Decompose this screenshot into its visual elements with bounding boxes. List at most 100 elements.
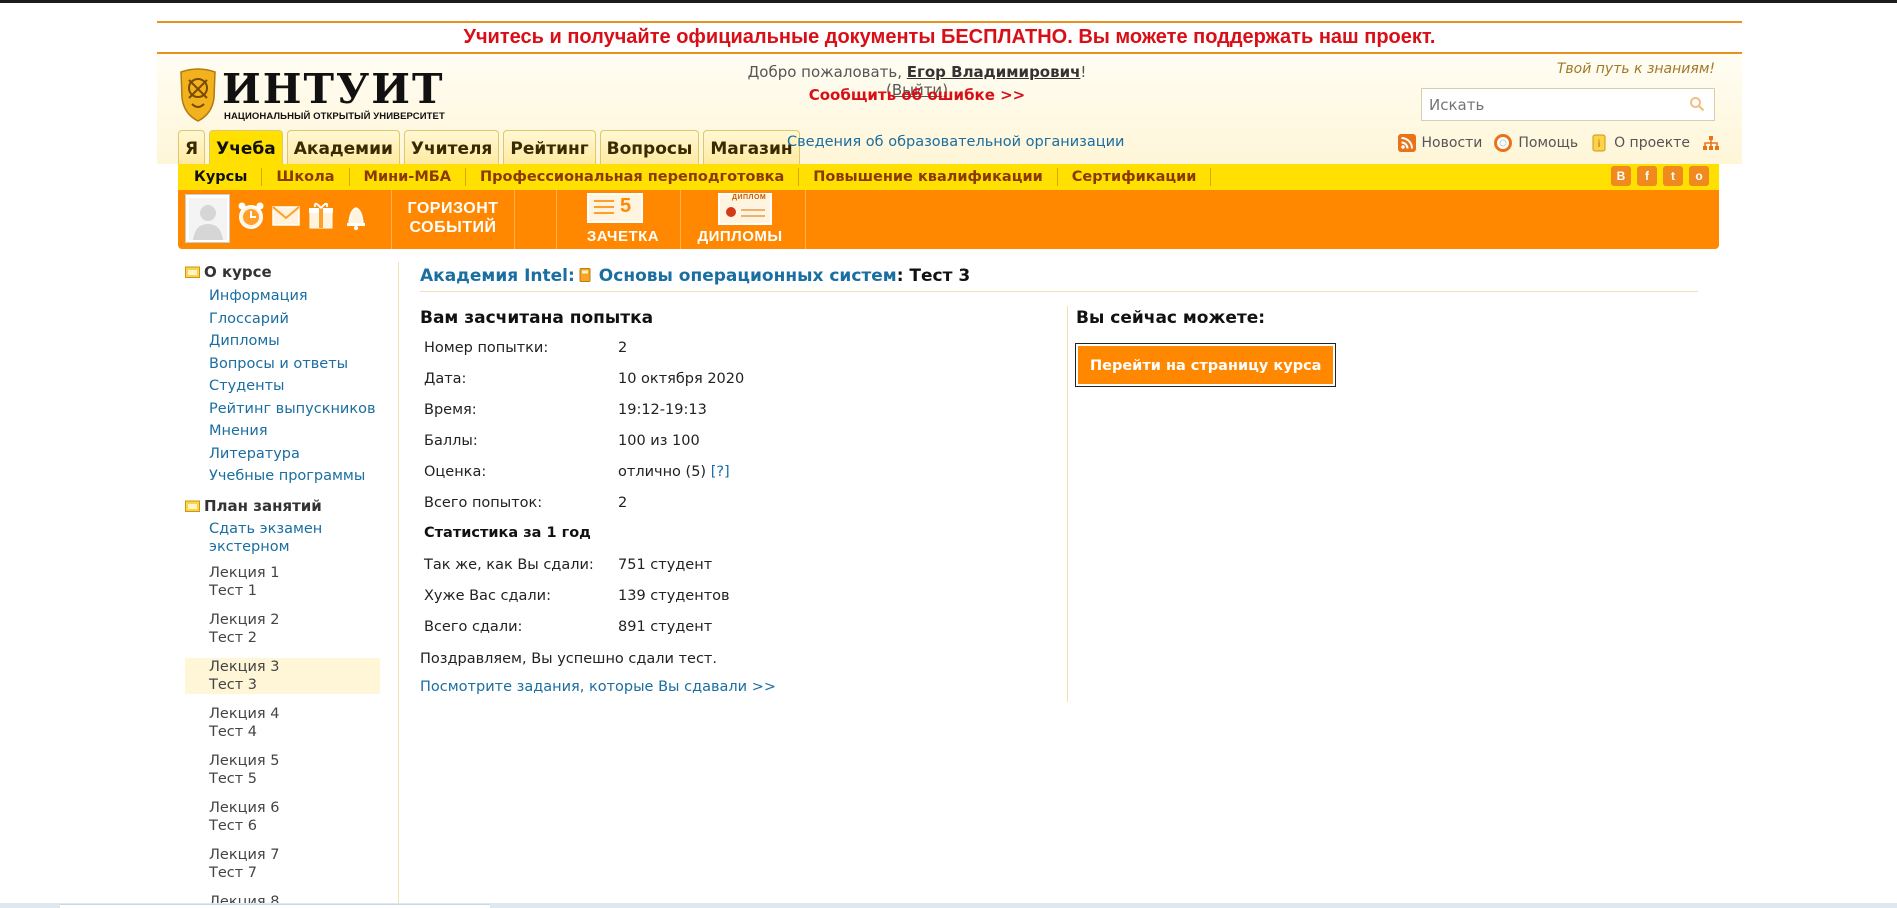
lecture-label[interactable]: Лекция 1: [209, 564, 380, 582]
help-link[interactable]: Помощь: [1494, 134, 1578, 152]
envelope-icon[interactable]: [271, 198, 301, 234]
tab-teachers[interactable]: Учителя: [403, 130, 500, 164]
about-course-heading[interactable]: О курсе: [185, 260, 380, 284]
avatar[interactable]: [185, 194, 230, 243]
lesson-item[interactable]: Лекция 5 Тест 5: [185, 752, 380, 788]
lecture-label[interactable]: Лекция 6: [209, 799, 380, 817]
lesson-item[interactable]: Лекция 1 Тест 1: [185, 564, 380, 600]
events-horizon-button[interactable]: ГОРИЗОНТ СОБЫТИЙ: [391, 190, 515, 249]
news-link[interactable]: Новости: [1397, 134, 1482, 152]
subnav-qualification[interactable]: Повышение квалификации: [799, 168, 1058, 186]
tab-academies[interactable]: Академии: [286, 130, 400, 164]
lesson-item[interactable]: Лекция 2 Тест 2: [185, 611, 380, 647]
folder-icon: [185, 500, 200, 512]
horizontal-scrollbar[interactable]: [60, 904, 490, 908]
detail-value: отлично (5): [618, 463, 707, 480]
gift-icon[interactable]: [306, 198, 336, 234]
vk-share-icon[interactable]: В: [1611, 166, 1631, 186]
site-logo[interactable]: ИНТУИТ НАЦИОНАЛЬНЫЙ ОТКРЫТЫЙ УНИВЕРСИТЕТ: [178, 66, 456, 126]
lesson-item[interactable]: Лекция 7 Тест 7: [185, 846, 380, 882]
grade-hint-link[interactable]: [?]: [711, 464, 730, 480]
horizon-line1: ГОРИЗОНТ: [407, 200, 499, 217]
subnav-mini-mba[interactable]: Мини-МБА: [350, 168, 467, 186]
facebook-share-icon[interactable]: f: [1637, 166, 1657, 186]
sidebar-item-students[interactable]: Студенты: [185, 375, 380, 398]
table-row: Номер попытки: 2: [420, 332, 744, 363]
tab-me[interactable]: Я: [178, 130, 206, 164]
test-label[interactable]: Тест 4: [209, 723, 380, 741]
sitemap-icon[interactable]: [1702, 134, 1720, 152]
window-top-border: [0, 0, 1897, 3]
book-icon: [579, 268, 591, 282]
twitter-share-icon[interactable]: t: [1663, 166, 1683, 186]
attempt-result-panel: Вам засчитана попытка Номер попытки: 2 Да…: [420, 306, 1060, 695]
promo-banner[interactable]: Учитесь и получайте официальные документ…: [157, 21, 1742, 54]
report-error-link[interactable]: Сообщить об ошибке >>: [717, 86, 1117, 104]
tab-questions[interactable]: Вопросы: [599, 130, 700, 164]
actions-panel: Вы сейчас можете: Перейти на страницу ку…: [1067, 306, 1337, 702]
actions-title: Вы сейчас можете:: [1076, 308, 1266, 328]
record-book-label: ЗАЧЕТКА: [586, 228, 660, 245]
stat-value: 139 студентов: [618, 587, 730, 604]
detail-key: Оценка:: [424, 463, 487, 480]
toolbar-divider: [556, 190, 557, 249]
sidebar-item-literature[interactable]: Литература: [185, 443, 380, 466]
lecture-label[interactable]: Лекция 4: [209, 705, 380, 723]
bell-icon[interactable]: [341, 198, 371, 234]
test-label[interactable]: Тест 3: [209, 676, 380, 694]
lesson-item[interactable]: Лекция 4 Тест 4: [185, 705, 380, 741]
toolbar-divider-3: [805, 190, 806, 249]
record-book-button[interactable]: 5 ЗАЧЕТКА: [578, 190, 668, 249]
lesson-item[interactable]: Лекция 6 Тест 6: [185, 799, 380, 835]
test-label[interactable]: Тест 2: [209, 629, 380, 647]
test-label[interactable]: Тест 7: [209, 864, 380, 882]
edu-info-link[interactable]: Сведения об образовательной организации: [787, 134, 1124, 150]
lecture-label[interactable]: Лекция 3: [209, 658, 380, 676]
lecture-label[interactable]: Лекция 5: [209, 752, 380, 770]
course-sidebar: О курсе Информация Глоссарий Дипломы Воп…: [185, 260, 380, 908]
search-icon[interactable]: [1689, 96, 1705, 112]
search-input[interactable]: [1422, 89, 1672, 120]
sidebar-item-graduate-rating[interactable]: Рейтинг выпускников: [185, 398, 380, 421]
alarm-clock-icon[interactable]: [236, 198, 266, 234]
odnoklassniki-share-icon[interactable]: o: [1689, 166, 1709, 186]
diplomas-button[interactable]: ДИПЛОМ ДИПЛОМЫ: [690, 190, 790, 249]
tab-study[interactable]: Учеба: [209, 130, 283, 164]
stat-key: Всего сдали:: [424, 618, 523, 635]
rss-icon: [1397, 134, 1416, 152]
about-link[interactable]: i О проекте: [1590, 134, 1690, 152]
user-name-link[interactable]: Егор Владимирович: [907, 63, 1081, 81]
lesson-plan-heading[interactable]: План занятий: [185, 494, 380, 518]
lesson-item-current[interactable]: Лекция 3 Тест 3: [185, 657, 380, 694]
lecture-label[interactable]: Лекция 2: [209, 611, 380, 629]
table-row: Всего сдали: 891 студент: [420, 611, 730, 642]
breadcrumb-academy[interactable]: Академия Intel: [420, 266, 568, 286]
subnav-school[interactable]: Школа: [262, 168, 350, 186]
stat-key: Так же, как Вы сдали:: [424, 556, 594, 573]
attempt-details-table: Номер попытки: 2 Дата: 10 октября 2020 Вре…: [420, 332, 744, 518]
sidebar-item-programs[interactable]: Учебные программы: [185, 465, 380, 488]
subnav-courses[interactable]: Курсы: [178, 168, 263, 186]
lecture-label[interactable]: Лекция 7: [209, 846, 380, 864]
record-book-number: 5: [620, 195, 632, 217]
subnav-retraining[interactable]: Профессиональная переподготовка: [466, 168, 800, 186]
diplomas-label: ДИПЛОМЫ: [697, 228, 783, 245]
table-row: Время: 19:12-19:13: [420, 394, 744, 425]
external-exam-link[interactable]: Сдать экзамен экстерном: [185, 520, 335, 556]
subnav-certification[interactable]: Сертификации: [1058, 168, 1212, 186]
go-to-course-button[interactable]: Перейти на страницу курса: [1074, 343, 1337, 387]
sidebar-item-diplomas[interactable]: Дипломы: [185, 330, 380, 353]
breadcrumb-course[interactable]: Основы операционных систем: [599, 266, 897, 286]
tab-shop[interactable]: Магазин: [703, 130, 800, 164]
test-label[interactable]: Тест 5: [209, 770, 380, 788]
table-row: Так же, как Вы сдали: 751 студент: [420, 549, 730, 580]
test-label[interactable]: Тест 1: [209, 582, 380, 600]
sidebar-item-glossary[interactable]: Глоссарий: [185, 308, 380, 331]
stats-title: Статистика за 1 год: [424, 525, 591, 541]
view-tasks-link[interactable]: Посмотрите задания, которые Вы сдавали >…: [420, 679, 1060, 695]
sidebar-item-info[interactable]: Информация: [185, 285, 380, 308]
sidebar-item-faq[interactable]: Вопросы и ответы: [185, 353, 380, 376]
tab-rating[interactable]: Рейтинг: [503, 130, 596, 164]
sidebar-item-opinions[interactable]: Мнения: [185, 420, 380, 443]
test-label[interactable]: Тест 6: [209, 817, 380, 835]
